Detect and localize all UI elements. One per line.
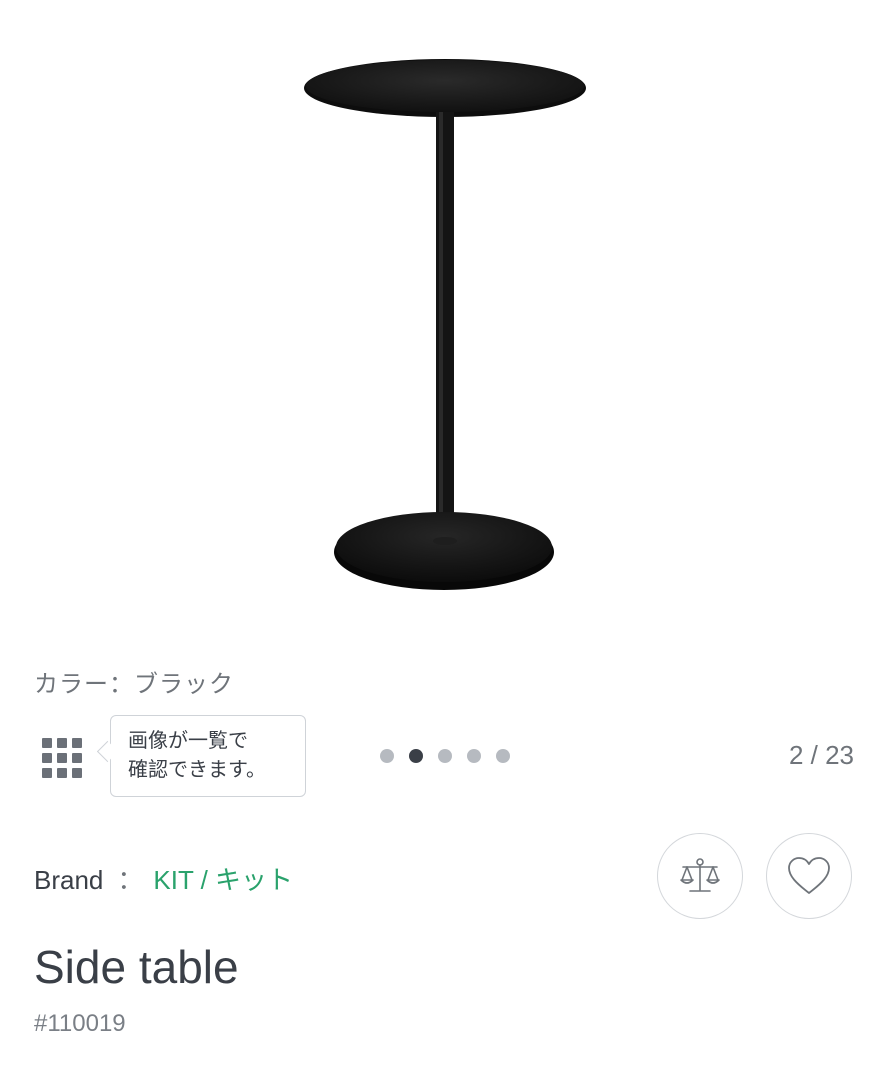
pagination-dot-4[interactable] — [467, 749, 481, 763]
product-image — [304, 59, 586, 590]
pagination-dot-2[interactable] — [409, 749, 423, 763]
pagination-dot-5[interactable] — [496, 749, 510, 763]
brand-link[interactable]: KIT / キット — [153, 865, 293, 895]
brand-label: Brand — [34, 865, 104, 895]
gallery-tooltip: 画像が一覧で 確認できます。 — [110, 715, 306, 797]
tooltip-line-1: 画像が一覧で — [128, 728, 248, 752]
product-id: #110019 — [34, 1010, 126, 1037]
color-label: カラー：ブラック — [34, 670, 234, 698]
pagination-dot-1[interactable] — [380, 749, 394, 763]
product-title: Side table — [34, 941, 239, 993]
page-counter: 2 / 23 — [788, 740, 854, 770]
pagination-dots — [380, 749, 510, 763]
brand-line: Brand ： KIT / キット — [34, 860, 293, 897]
pagination-dot-3[interactable] — [438, 749, 452, 763]
scale-icon — [680, 858, 720, 892]
gallery-grid-button[interactable] — [40, 736, 84, 780]
compare-button[interactable] — [657, 833, 743, 919]
favorite-button[interactable] — [766, 833, 852, 919]
heart-icon — [788, 857, 830, 894]
brand-separator: ： — [117, 865, 144, 895]
tooltip-line-2: 確認できます。 — [128, 757, 266, 781]
